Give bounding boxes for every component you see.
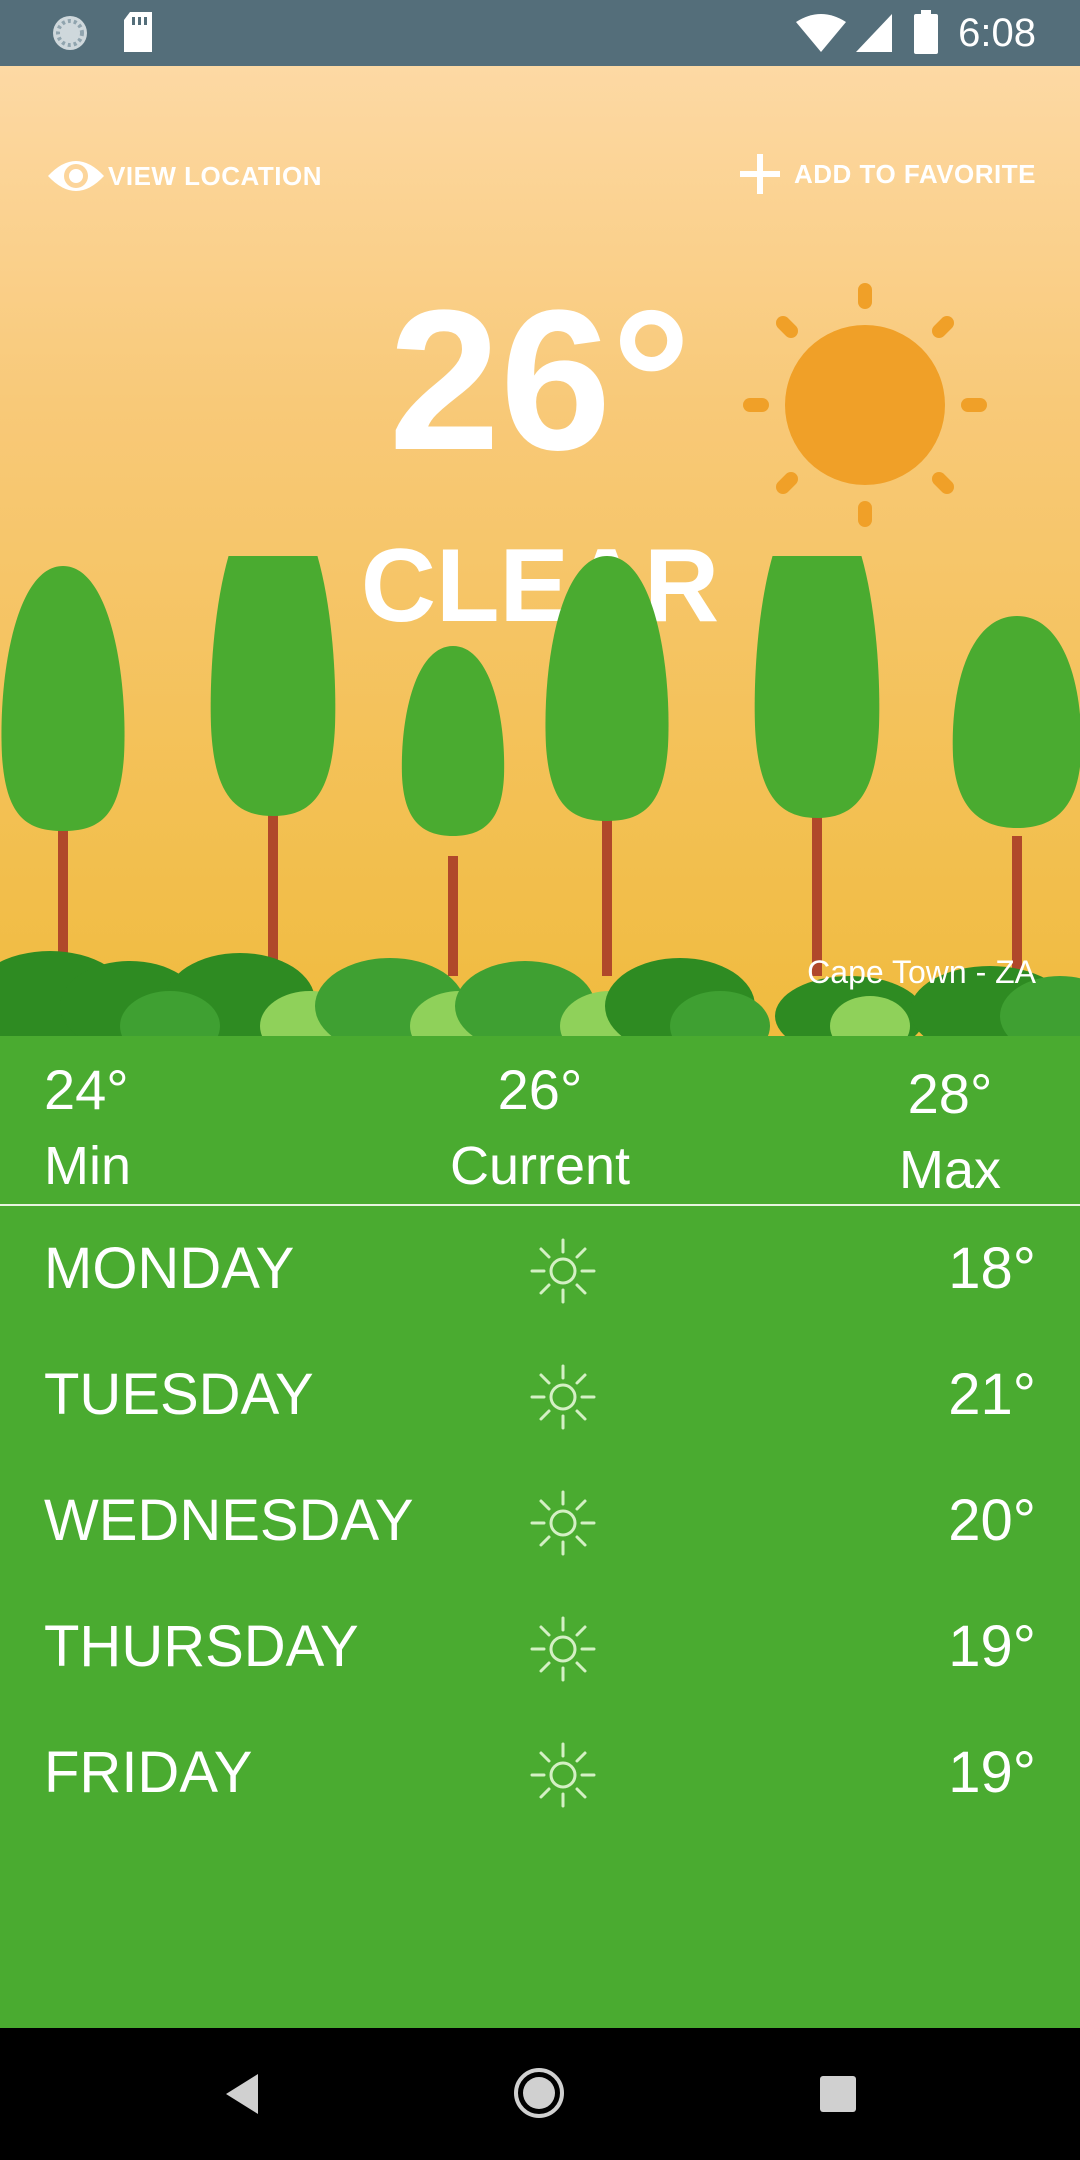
forecast-temp: 21° bbox=[948, 1362, 1036, 1427]
max-temp-label: Max bbox=[898, 1140, 1001, 1200]
temperature-summary: 24° Min 26° Current 28° Max bbox=[0, 1036, 1080, 1206]
sun-icon bbox=[530, 1238, 596, 1304]
max-temp: 28° Max bbox=[860, 1062, 1040, 1201]
forecast-row[interactable]: TUESDAY 21° bbox=[0, 1332, 1080, 1458]
status-bar: 6:08 bbox=[0, 0, 1080, 66]
forecast-row[interactable]: FRIDAY 19° bbox=[0, 1710, 1080, 1836]
view-location-label: VIEW LOCATION bbox=[108, 160, 323, 191]
battery-icon bbox=[914, 10, 938, 54]
sun-icon bbox=[530, 1742, 596, 1808]
min-temp-value: 24° bbox=[44, 1058, 129, 1121]
sun-icon bbox=[743, 283, 987, 527]
add-to-favorite-button[interactable]: ADD TO FAVORITE bbox=[740, 154, 1036, 194]
max-temp-value: 28° bbox=[907, 1062, 993, 1125]
forecast-day: TUESDAY bbox=[44, 1362, 314, 1427]
navigation-bar bbox=[0, 2028, 1080, 2160]
clock: 6:08 bbox=[958, 11, 1036, 55]
current-temp-value: 26° bbox=[497, 1058, 583, 1121]
forecast-temp: 19° bbox=[948, 1614, 1036, 1679]
view-location-button[interactable]: VIEW LOCATION bbox=[46, 154, 322, 198]
sun-icon bbox=[530, 1490, 596, 1556]
cellular-signal-icon bbox=[856, 14, 892, 52]
sd-card-icon bbox=[124, 12, 152, 52]
back-icon[interactable] bbox=[222, 2072, 262, 2116]
current-temp-label: Current bbox=[449, 1136, 631, 1196]
forecast-row[interactable]: MONDAY 18° bbox=[0, 1206, 1080, 1332]
add-to-favorite-label: ADD TO FAVORITE bbox=[794, 158, 1036, 189]
location-label: Cape Town - ZA bbox=[807, 954, 1036, 990]
sun-icon bbox=[530, 1364, 596, 1430]
wifi-icon bbox=[796, 14, 846, 52]
min-temp: 24° Min bbox=[44, 1058, 132, 1197]
current-temp: 26° Current bbox=[390, 1058, 690, 1197]
forecast-temp: 18° bbox=[948, 1236, 1036, 1301]
forecast-row[interactable]: WEDNESDAY 20° bbox=[0, 1458, 1080, 1584]
forecast-temp: 20° bbox=[948, 1488, 1036, 1553]
sync-icon bbox=[53, 16, 87, 50]
eye-icon bbox=[48, 161, 104, 191]
forecast-row[interactable]: THURSDAY 19° bbox=[0, 1584, 1080, 1710]
forecast-day: THURSDAY bbox=[44, 1614, 359, 1679]
recents-icon[interactable] bbox=[818, 2074, 858, 2114]
forecast-list: MONDAY 18° TUESDAY 21° WEDNESDAY 20° THU… bbox=[0, 1206, 1080, 1836]
forecast-day: WEDNESDAY bbox=[44, 1488, 414, 1553]
plus-icon bbox=[740, 154, 780, 194]
forecast-day: FRIDAY bbox=[44, 1740, 253, 1805]
forecast-day: MONDAY bbox=[44, 1236, 295, 1301]
weather-hero: VIEW LOCATION ADD TO FAVORITE 26° CLEAR bbox=[0, 66, 1080, 1036]
min-temp-label: Min bbox=[44, 1136, 132, 1196]
forecast-temp: 19° bbox=[948, 1740, 1036, 1805]
sun-icon bbox=[530, 1616, 596, 1682]
home-icon[interactable] bbox=[512, 2066, 566, 2120]
